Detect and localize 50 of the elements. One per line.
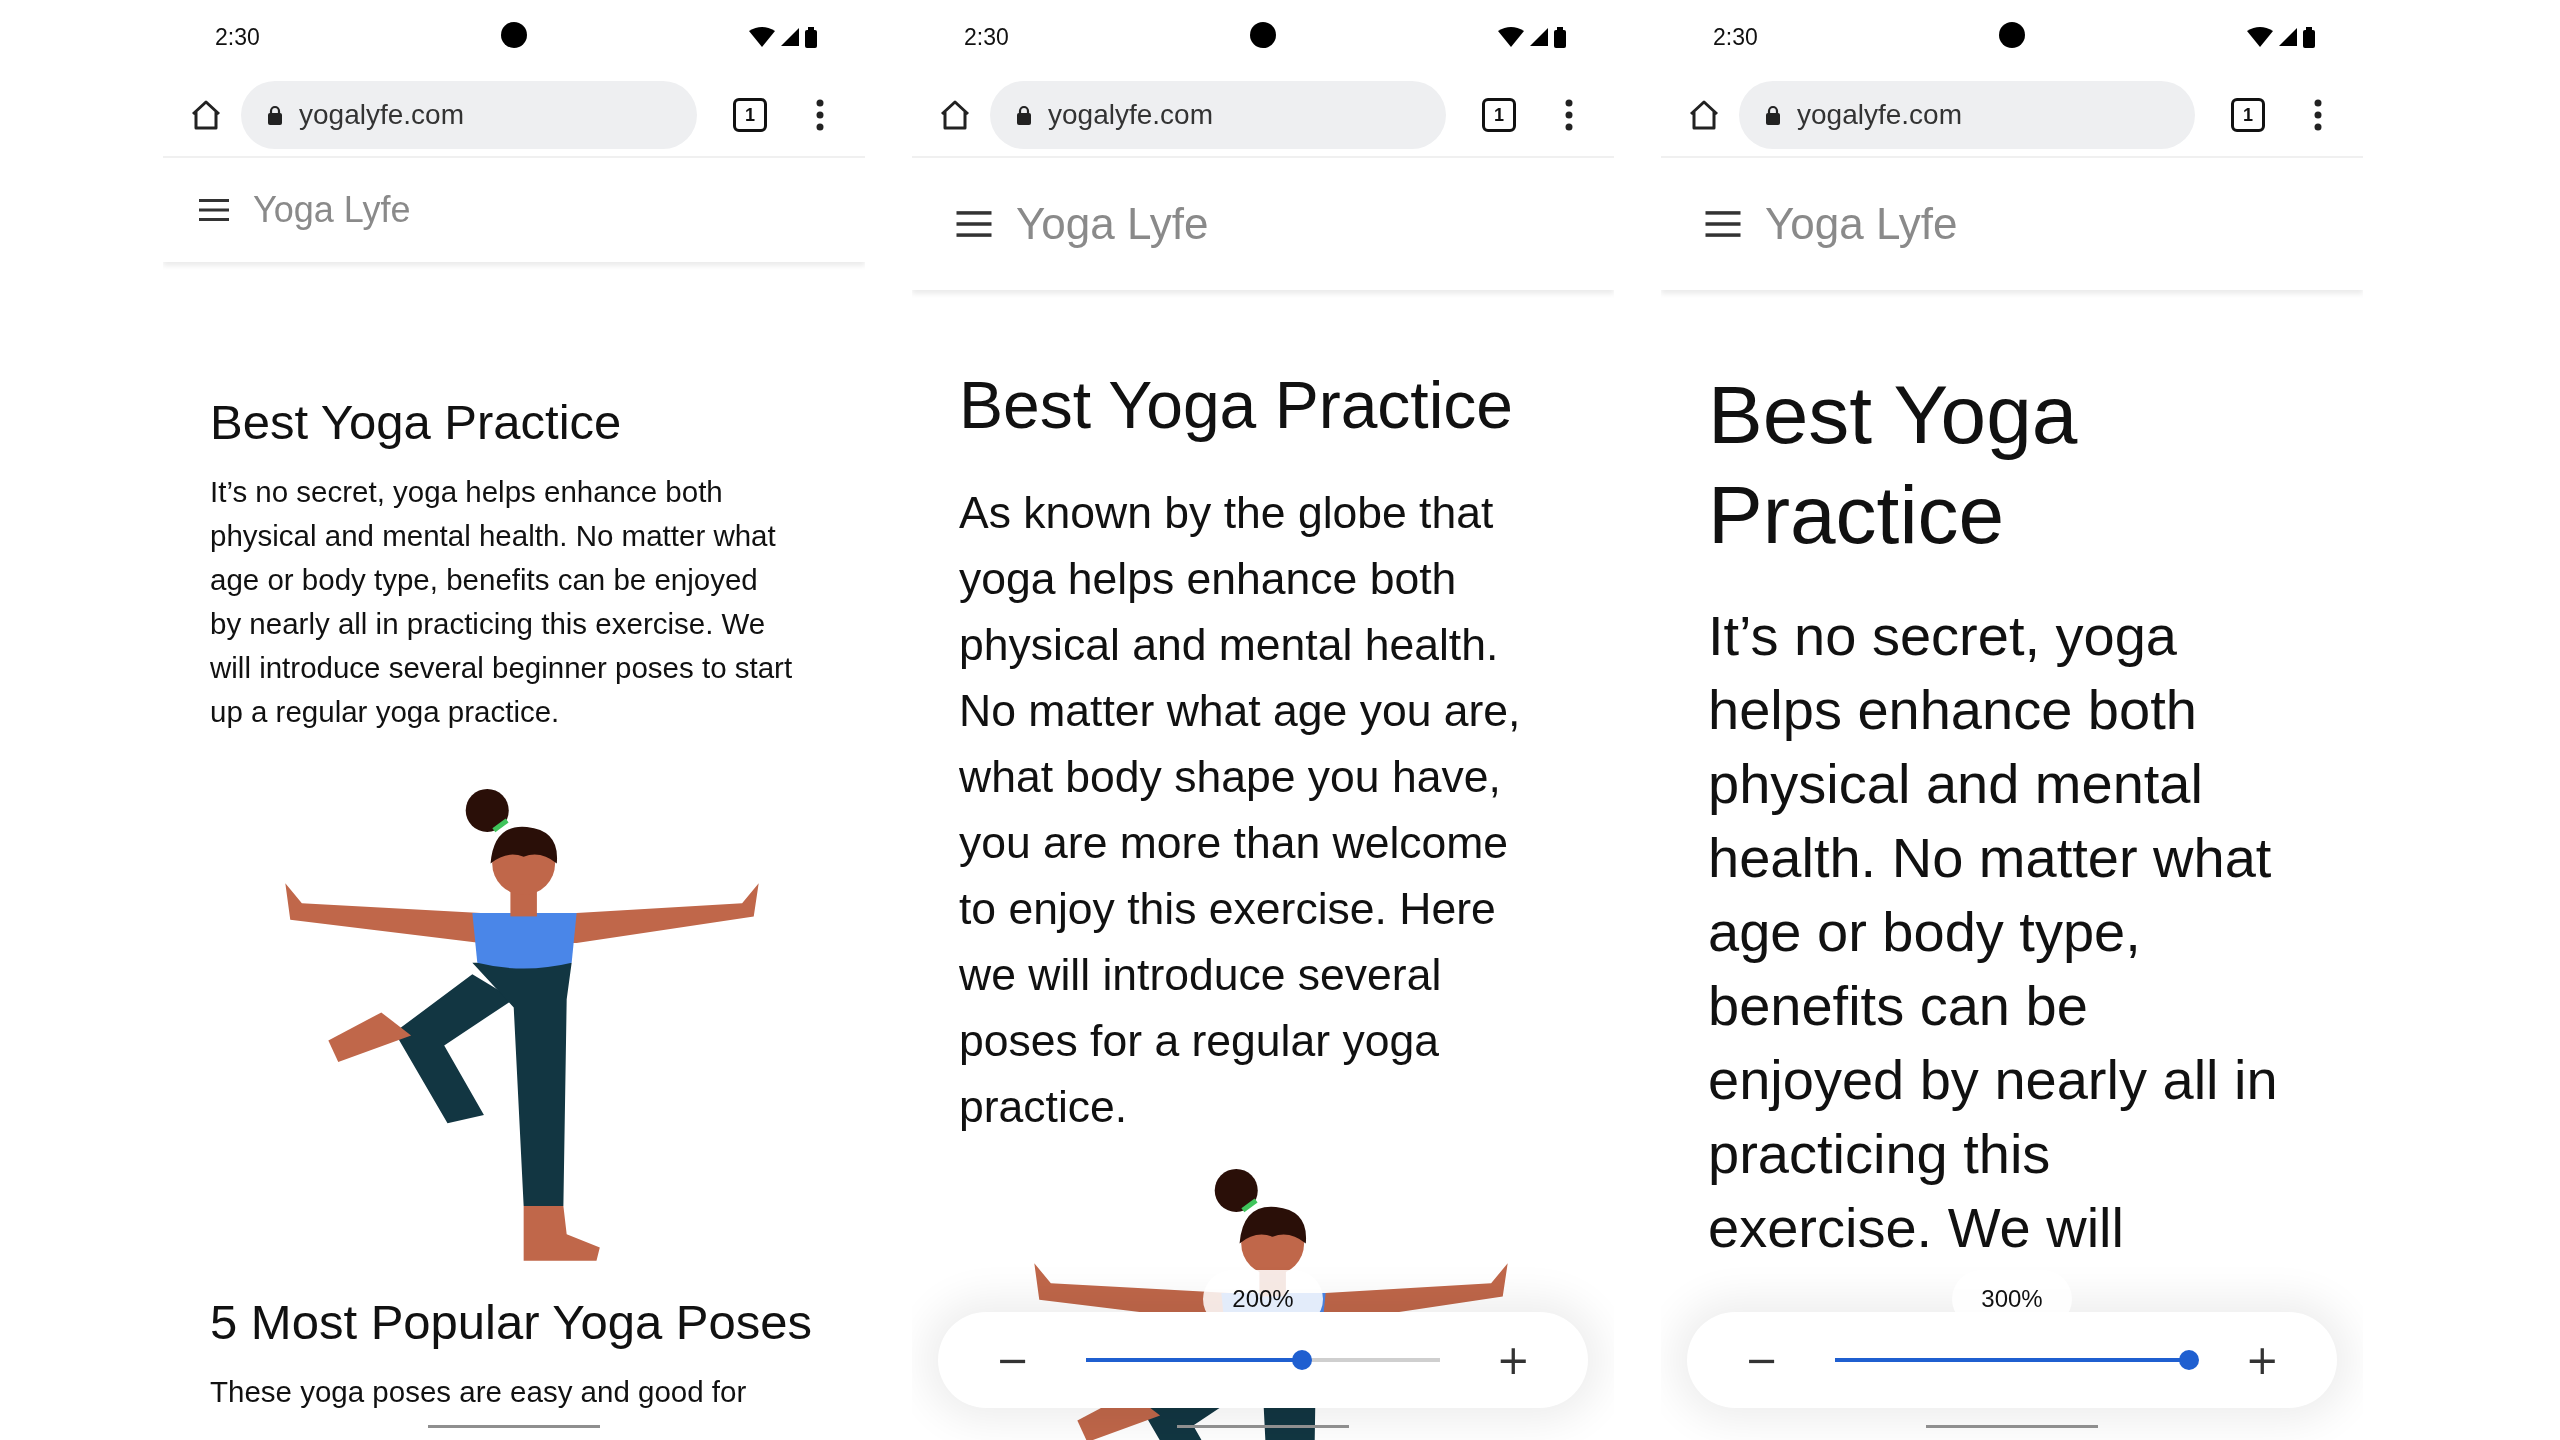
status-time: 2:30	[1713, 23, 1758, 51]
more-options-icon[interactable]	[2313, 99, 2323, 131]
lock-icon	[1016, 105, 1032, 125]
home-icon[interactable]	[189, 99, 223, 131]
tab-count-button[interactable]: 1	[1482, 98, 1516, 132]
signal-icon	[1530, 28, 1548, 46]
menu-icon[interactable]	[199, 198, 229, 222]
wifi-icon	[749, 27, 775, 47]
menu-icon[interactable]	[956, 210, 992, 238]
article-heading: Best Yoga Practice	[1708, 368, 2079, 562]
tab-count-button[interactable]: 1	[733, 98, 767, 132]
lock-icon	[1765, 105, 1781, 125]
zoom-in-button[interactable]: +	[1488, 1337, 1538, 1383]
slider-thumb[interactable]	[1292, 1350, 1313, 1370]
home-icon[interactable]	[1687, 99, 1721, 131]
signal-icon	[2279, 28, 2297, 46]
article-text: It’s no secret, yoga helps enhance both physical and mental health. No matter what age or body type, benefits can be enjoyed by nearly all in practicing this exercise. We will	[1708, 603, 2279, 1261]
signal-icon	[781, 28, 799, 46]
zoom-out-button[interactable]: −	[1737, 1337, 1787, 1383]
article-heading: Best Yoga Practice	[959, 367, 1515, 444]
article-heading: 5 Most Popular Yoga Poses	[210, 1294, 814, 1351]
home-icon[interactable]	[938, 99, 972, 131]
article-text: These yoga poses are easy and good for	[210, 1374, 748, 1410]
site-title: Yoga Lyfe	[1765, 199, 1958, 249]
slider-thumb[interactable]	[2179, 1350, 2200, 1370]
front-camera-icon	[501, 22, 527, 48]
more-options-icon[interactable]	[1564, 99, 1574, 131]
front-camera-icon	[1250, 22, 1276, 48]
site-title: Yoga Lyfe	[1016, 199, 1209, 249]
article-text: As known by the globe that yoga helps enhance both physical and mental health. No matter what age you are, what body shape you have, you are more than welcome to enjoy this exercise. Here we will introduce several poses for a regular yoga practice.	[959, 487, 1522, 1133]
article-text: It’s no secret, yoga helps enhance both physical and mental health. No matter what age or body type, benefits can be enjoyed by nearly all in practicing this exercise. We will introduce several beginner poses to start up a regular yoga practice.	[210, 474, 794, 730]
menu-icon[interactable]	[1705, 210, 1741, 238]
front-camera-icon	[1999, 22, 2025, 48]
tab-count-button[interactable]: 1	[2231, 98, 2265, 132]
battery-icon	[1554, 26, 1566, 48]
address-bar[interactable]: yogalyfe.com	[241, 81, 697, 149]
address-bar[interactable]: yogalyfe.com	[990, 81, 1446, 149]
status-time: 2:30	[964, 23, 1009, 51]
battery-icon	[805, 26, 817, 48]
wifi-icon	[2247, 27, 2273, 47]
more-options-icon[interactable]	[815, 99, 825, 131]
zoom-in-button[interactable]: +	[2237, 1337, 2287, 1383]
zoom-out-button[interactable]: −	[988, 1337, 1038, 1383]
lock-icon	[267, 105, 283, 125]
article-heading: Best Yoga Practice	[210, 394, 623, 451]
status-time: 2:30	[215, 23, 260, 51]
wifi-icon	[1498, 27, 1524, 47]
site-title: Yoga Lyfe	[253, 189, 411, 231]
battery-icon	[2303, 26, 2315, 48]
address-bar[interactable]: yogalyfe.com	[1739, 81, 2195, 149]
